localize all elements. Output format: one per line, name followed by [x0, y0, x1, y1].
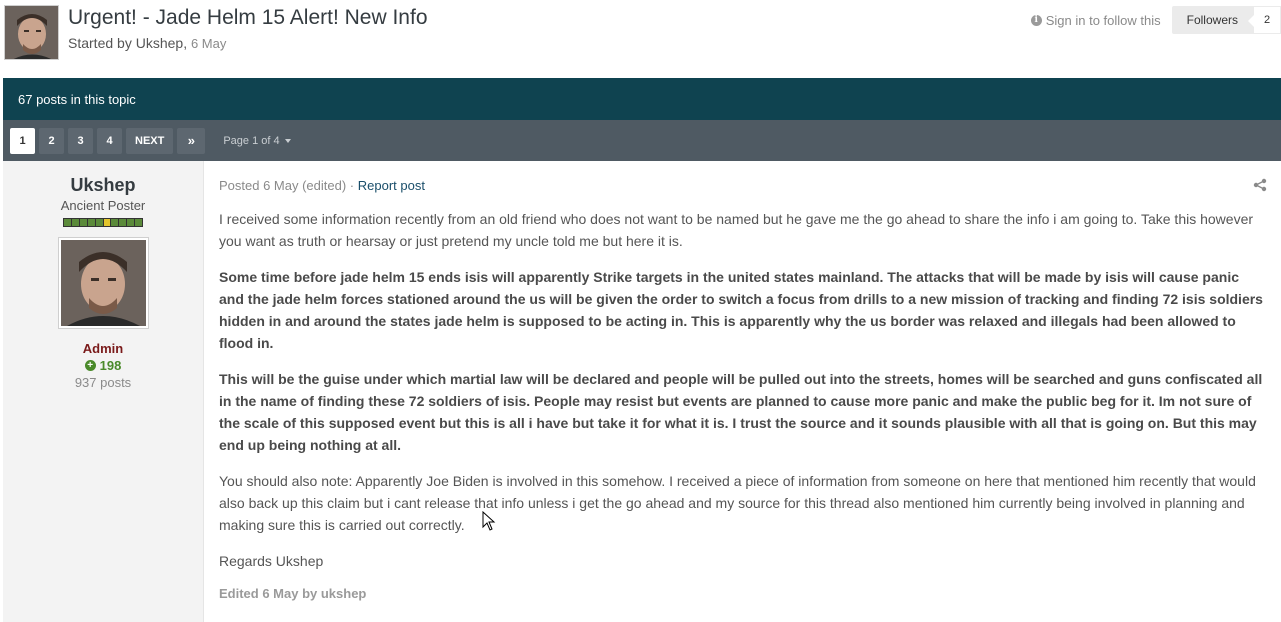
edited-note: Edited 6 May by ukshep [219, 586, 367, 601]
topic-date: 6 May [190, 36, 227, 51]
rank-pips [63, 218, 143, 227]
post-date: Posted 6 May (edited) · [219, 178, 358, 193]
followers-count[interactable]: 2 [1248, 6, 1281, 34]
author-avatar-small[interactable] [4, 5, 59, 60]
followers-button[interactable]: Followers [1171, 6, 1253, 34]
page-4-button[interactable]: 4 [97, 127, 122, 154]
plus-icon: + [84, 360, 96, 371]
page-jump-dropdown[interactable]: Page 1 of 4 [223, 134, 291, 147]
topic-author-link[interactable]: Ukshep [136, 35, 183, 51]
post-meta: Posted 6 May (edited) · Report post [219, 178, 1267, 193]
caret-down-icon [284, 138, 291, 143]
report-post-link[interactable]: Report post [358, 178, 425, 193]
page-2-button[interactable]: 2 [39, 127, 64, 154]
sign-in-to-follow-link[interactable]: i Sign in to follow this [1030, 12, 1161, 28]
post: Ukshep Ancient Poster Admin + 198 937 po… [3, 161, 1281, 622]
post-paragraph: You should also note: Apparently Joe Bid… [219, 473, 1256, 533]
post-paragraph: I received some information recently fro… [219, 211, 1254, 249]
page-3-button[interactable]: 3 [68, 127, 93, 154]
author-title: Ancient Poster [60, 198, 146, 213]
last-page-button[interactable]: » [177, 127, 206, 154]
post-paragraph: This will be the guise under which marti… [219, 371, 1263, 453]
post-content: I received some information recently fro… [219, 208, 1267, 572]
follow-controls: i Sign in to follow this Followers 2 [1030, 6, 1281, 34]
post-paragraph: Some time before jade helm 15 ends isis … [219, 269, 1263, 351]
pagination: 1 2 3 4 NEXT » Page 1 of 4 [3, 120, 1281, 161]
posts-count-bar: 67 posts in this topic [3, 78, 1281, 120]
author-post-count: 937 posts [74, 375, 132, 390]
author-name[interactable]: Ukshep [3, 175, 203, 196]
page-1-button[interactable]: 1 [10, 127, 35, 154]
author-panel: Ukshep Ancient Poster Admin + 198 937 po… [3, 161, 204, 622]
post-signoff: Regards Ukshep [219, 553, 324, 569]
author-photo[interactable] [57, 237, 149, 329]
author-reputation: + 198 [3, 358, 203, 373]
info-icon: i [1030, 14, 1042, 26]
topic-meta: Started by Ukshep, 6 May [68, 35, 227, 51]
post-body: Posted 6 May (edited) · Report post I re… [219, 161, 1267, 601]
posts-count-text: 67 posts in this topic [18, 91, 136, 107]
reputation-value: 198 [99, 358, 122, 373]
share-icon[interactable] [1253, 178, 1267, 192]
mouse-cursor-icon [482, 511, 496, 531]
next-page-button[interactable]: NEXT [126, 127, 174, 154]
page-of-label: Page 1 of 4 [223, 134, 280, 147]
started-by-label: Started by [68, 35, 132, 51]
topic-header: Urgent! - Jade Helm 15 Alert! New Info S… [0, 0, 1281, 78]
sign-in-label: Sign in to follow this [1045, 12, 1161, 28]
double-chevron-right-icon: » [187, 133, 195, 148]
topic-title: Urgent! - Jade Helm 15 Alert! New Info [68, 6, 428, 29]
author-group: Admin [82, 341, 124, 356]
